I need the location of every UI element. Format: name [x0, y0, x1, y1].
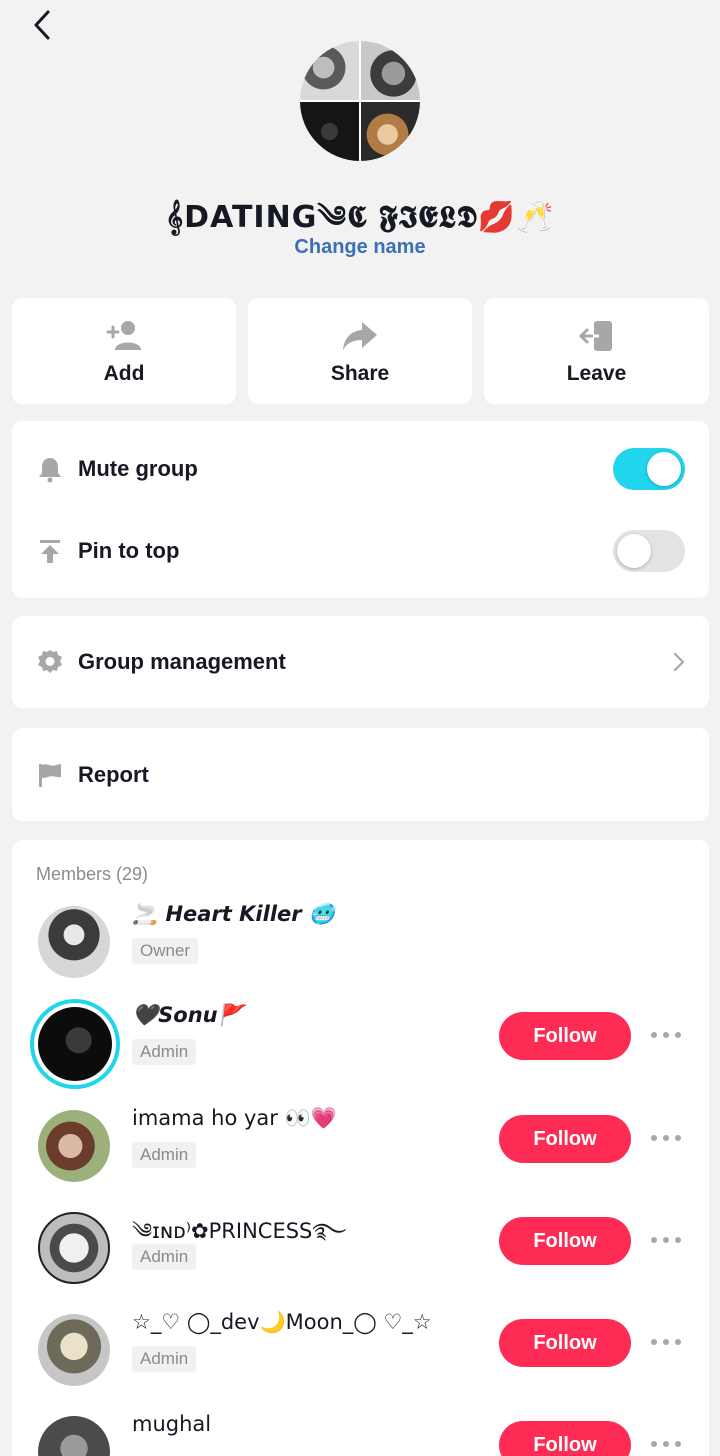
role-badge: Owner	[132, 938, 199, 964]
pin-to-top-label: Pin to top	[78, 538, 180, 563]
member-row[interactable]: imama ho yar 👀💗 Admin Follow	[12, 1102, 709, 1192]
members-card: Members (29) 🚬 Heart Killer 🥶 Owner 🖤Son…	[12, 840, 709, 1456]
chevron-right-icon	[673, 652, 685, 672]
more-options-icon[interactable]	[648, 1027, 684, 1043]
report-label: Report	[78, 762, 149, 787]
report-inner: Report	[12, 745, 709, 805]
avatar[interactable]	[38, 1314, 110, 1386]
more-options-icon[interactable]	[648, 1130, 684, 1146]
member-row[interactable]: ☆_♡ ◯_dev🌙Moon_◯ ♡_☆ Admin Follow	[12, 1306, 709, 1396]
role-badge: Admin	[132, 1346, 197, 1372]
member-row[interactable]: 🖤Sonu🚩 Admin Follow	[12, 999, 709, 1089]
group-management-label: Group management	[78, 649, 286, 674]
bell-icon	[39, 458, 61, 483]
member-name: 🖤Sonu🚩	[132, 1003, 244, 1027]
member-name: ☆_♡ ◯_dev🌙Moon_◯ ♡_☆	[132, 1310, 432, 1334]
member-name: mughal	[132, 1412, 212, 1436]
group-management-inner: Group management	[12, 632, 709, 692]
role-badge: Admin	[132, 1142, 197, 1168]
member-name: 🚬 Heart Killer 🥶	[132, 902, 336, 926]
avatar[interactable]	[38, 1212, 110, 1284]
mute-group-label: Mute group	[78, 456, 198, 481]
more-options-icon[interactable]	[648, 1334, 684, 1350]
avatar[interactable]	[38, 1416, 110, 1456]
back-chevron-icon[interactable]	[26, 8, 60, 42]
leave-button[interactable]: Leave	[484, 298, 709, 404]
add-user-icon	[106, 321, 141, 350]
follow-button[interactable]: Follow	[499, 1012, 631, 1060]
add-button[interactable]: Add	[12, 298, 236, 404]
avatar-quadrant	[361, 102, 420, 161]
mute-group-row: Mute group	[12, 439, 709, 499]
member-row[interactable]: mughal Follow	[12, 1408, 709, 1456]
group-management-row[interactable]: Group management	[12, 616, 709, 708]
change-name-link[interactable]: Change name	[0, 236, 720, 259]
pin-to-top-row: Pin to top	[12, 521, 709, 581]
member-row[interactable]: 🚬 Heart Killer 🥶 Owner	[12, 898, 709, 988]
leave-label: Leave	[566, 362, 627, 385]
avatar-quadrant	[361, 41, 420, 100]
flag-icon	[39, 764, 61, 787]
toggle-knob	[617, 534, 651, 568]
avatar	[38, 1007, 112, 1081]
more-options-icon[interactable]	[648, 1436, 684, 1452]
member-name: imama ho yar 👀💗	[132, 1106, 337, 1130]
pin-top-icon	[40, 540, 60, 563]
share-button[interactable]: Share	[248, 298, 472, 404]
group-avatar[interactable]	[300, 41, 420, 161]
avatar-live-ring[interactable]	[30, 999, 120, 1089]
role-badge: Admin	[132, 1039, 197, 1065]
avatar[interactable]	[38, 906, 110, 978]
member-row[interactable]: ༄ɪɴᴅ⁾✿PRINCESS࿐ Admin Follow	[12, 1204, 709, 1294]
notification-settings-card: Mute group Pin to top	[12, 421, 709, 598]
share-label: Share	[330, 362, 390, 385]
follow-button[interactable]: Follow	[499, 1115, 631, 1163]
more-options-icon[interactable]	[648, 1232, 684, 1248]
mute-group-toggle[interactable]	[613, 448, 685, 490]
toggle-knob	[647, 452, 681, 486]
avatar-quadrant	[300, 41, 359, 100]
members-title: Members (29)	[36, 864, 149, 884]
avatar-quadrant	[300, 102, 359, 161]
gear-icon	[38, 650, 62, 673]
add-label: Add	[103, 362, 145, 385]
pin-to-top-toggle[interactable]	[613, 530, 685, 572]
follow-button[interactable]: Follow	[499, 1319, 631, 1367]
avatar[interactable]	[38, 1110, 110, 1182]
follow-button[interactable]: Follow	[499, 1217, 631, 1265]
follow-button[interactable]: Follow	[499, 1421, 631, 1456]
share-arrow-icon	[343, 322, 377, 350]
report-row[interactable]: Report	[12, 728, 709, 821]
role-badge: Admin	[132, 1244, 197, 1270]
leave-icon	[579, 321, 612, 351]
